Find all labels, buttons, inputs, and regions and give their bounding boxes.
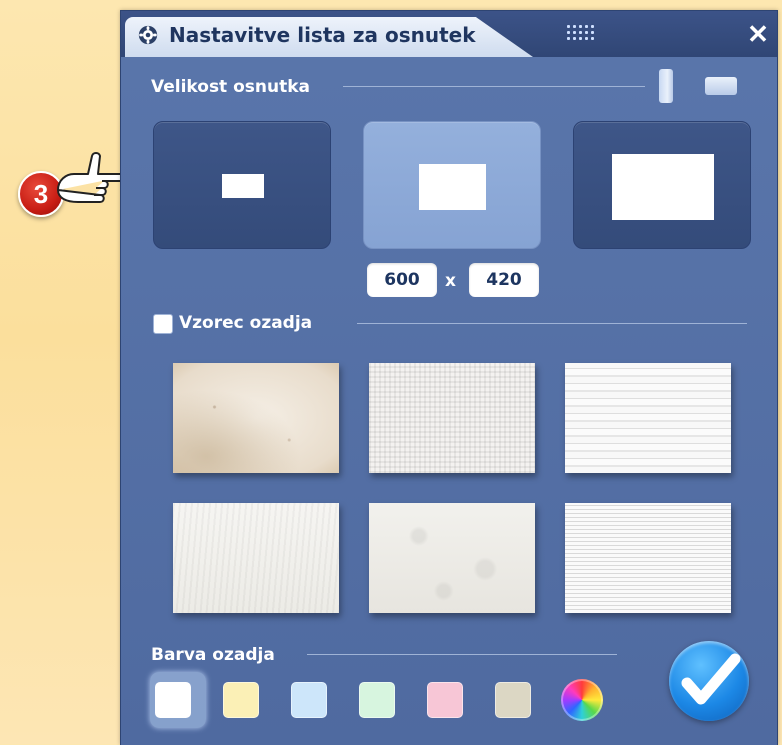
texture-fibrous-paper[interactable] [173, 503, 339, 613]
color-picker-wheel-icon[interactable] [561, 679, 603, 721]
large-sheet-preview [612, 154, 714, 220]
dialog-title: Nastavitve lista za osnutek [169, 23, 476, 47]
size-section-divider [343, 86, 645, 87]
gear-icon [138, 25, 158, 45]
color-swatch-white[interactable] [155, 682, 191, 718]
small-sheet-preview [222, 174, 264, 198]
dimension-separator: x [445, 271, 456, 291]
pattern-section-label: Vzorec ozadja [179, 313, 313, 333]
portrait-orientation-button[interactable] [659, 69, 673, 103]
size-option-small[interactable] [153, 121, 331, 249]
size-section-label: Velikost osnutka [151, 77, 311, 97]
checkmark-icon [681, 653, 741, 705]
texture-crumpled-paper[interactable] [369, 503, 535, 613]
color-swatch-yellow[interactable] [223, 682, 259, 718]
draft-sheet-settings-dialog: Nastavitve lista za osnutek ✕ Velikost o… [120, 10, 778, 745]
size-option-large[interactable] [573, 121, 751, 249]
color-swatch-beige[interactable] [495, 682, 531, 718]
size-option-medium[interactable] [363, 121, 541, 249]
title-bar: Nastavitve lista za osnutek ✕ [121, 11, 777, 57]
texture-horizontal-stripes[interactable] [565, 363, 731, 473]
color-section-divider [307, 654, 617, 655]
texture-aged-paper[interactable] [173, 363, 339, 473]
color-swatch-green[interactable] [359, 682, 395, 718]
height-input[interactable]: 420 [469, 263, 539, 297]
color-swatch-pink[interactable] [427, 682, 463, 718]
drag-grip-icon[interactable] [565, 23, 597, 45]
close-button[interactable]: ✕ [745, 19, 771, 49]
medium-sheet-preview [419, 164, 486, 210]
landscape-orientation-button[interactable] [705, 77, 737, 95]
width-input[interactable]: 600 [367, 263, 437, 297]
pattern-section-divider [357, 323, 747, 324]
color-section-label: Barva ozadja [151, 645, 275, 665]
texture-canvas-weave[interactable] [369, 363, 535, 473]
confirm-button[interactable] [669, 641, 749, 721]
texture-fine-lines[interactable] [565, 503, 731, 613]
color-swatch-blue[interactable] [291, 682, 327, 718]
pattern-checkbox[interactable] [153, 314, 173, 334]
